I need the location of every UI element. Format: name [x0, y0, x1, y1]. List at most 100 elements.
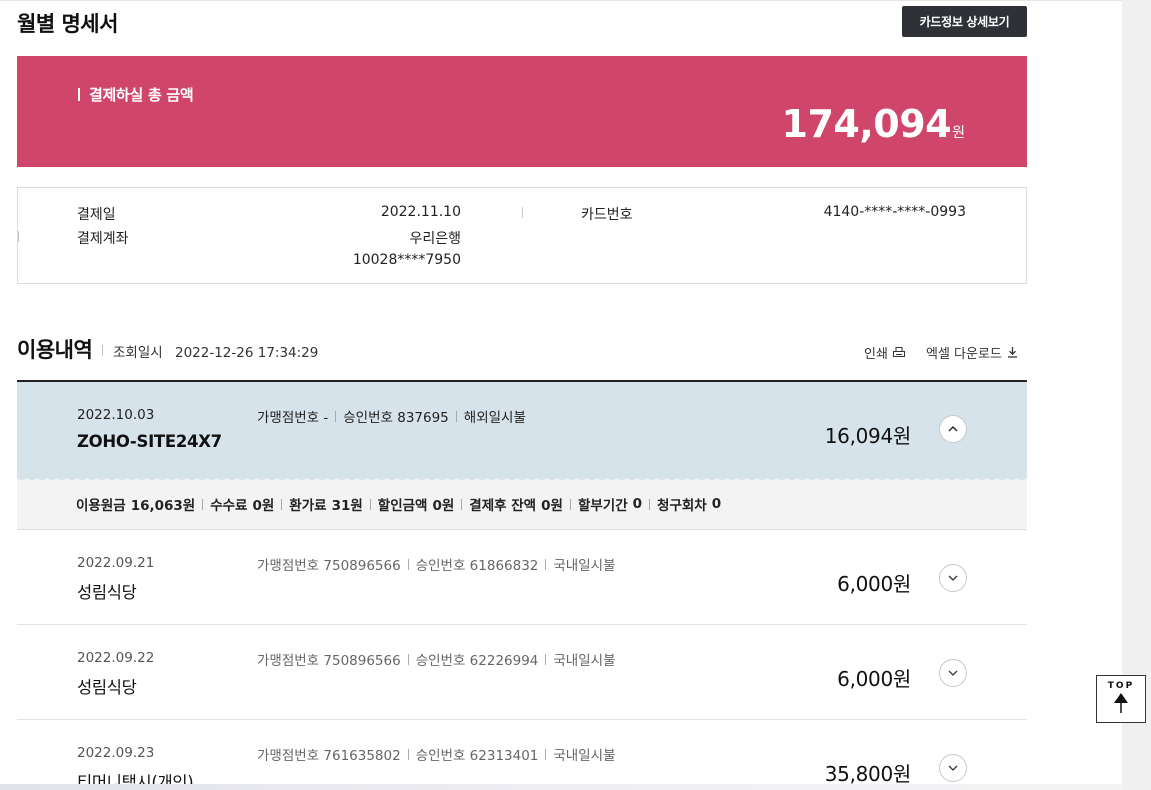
merchant-name: 티머니택시(개인)	[77, 773, 194, 784]
approval-number: 승인번호 62226994	[415, 653, 539, 669]
card-number-label: 카드번호	[581, 207, 633, 223]
expand-toggle[interactable]	[939, 754, 967, 782]
payment-info-box: 결제일 2022.11.10 카드번호 4140-****-****-0993 …	[17, 187, 1027, 284]
arrow-up-icon	[1114, 693, 1128, 713]
print-link[interactable]: 인쇄	[864, 343, 905, 362]
payment-account-number: 10028****7950	[352, 252, 461, 268]
chevron-down-icon	[948, 670, 958, 676]
meta-divider	[545, 748, 547, 760]
total-amount-unit: 원	[952, 125, 965, 141]
merchant-number: 가맹점번호 750896566	[257, 653, 401, 669]
transaction-date: 2022.09.21	[77, 555, 155, 571]
merchant-number: 가맹점번호 -	[257, 410, 329, 426]
printer-icon	[892, 347, 905, 357]
print-label: 인쇄	[864, 347, 888, 362]
billing-count-value: 0	[711, 496, 722, 512]
transaction-date: 2022.09.22	[77, 650, 155, 666]
detail-wave-edge	[17, 476, 1027, 480]
discount-label: 할인금액	[377, 498, 428, 514]
query-datetime: 조회일시 2022-12-26 17:34:29	[113, 341, 318, 361]
principal-value: 16,063원	[130, 498, 196, 514]
query-datetime-value: 2022-12-26 17:34:29	[174, 345, 319, 361]
transaction-date: 2022.09.23	[77, 745, 155, 761]
meta-divider	[407, 653, 409, 665]
usage-title-divider	[102, 345, 103, 356]
balance-value: 0원	[541, 498, 563, 514]
payment-type: 국내일시불	[553, 653, 616, 669]
transaction-row[interactable]: 2022.09.21 가맹점번호 750896566 승인번호 61866832…	[17, 530, 1027, 625]
transaction-amount: 6,000원	[837, 667, 911, 691]
right-gutter	[1122, 0, 1151, 790]
payment-type: 국내일시불	[553, 748, 616, 764]
balance-label: 결제후 잔액	[469, 498, 537, 514]
top-button-label: TOP	[1107, 681, 1135, 691]
merchant-name: ZOHO-SITE24X7	[77, 432, 222, 451]
total-amount-value: 174,094	[781, 102, 952, 146]
discount-value: 0원	[432, 498, 455, 514]
transaction-amount: 35,800원	[824, 762, 912, 784]
transaction-date: 2022.10.03	[77, 407, 155, 423]
bottom-scroll-shade	[0, 784, 1122, 790]
transaction-row[interactable]: 2022.09.22 가맹점번호 750896566 승인번호 62226994…	[17, 625, 1027, 720]
principal-label: 이용원금	[76, 498, 126, 514]
expand-toggle[interactable]	[939, 659, 967, 687]
fee-label: 수수료	[210, 498, 248, 514]
total-amount-banner: 결제하실 총 금액 174,094 원	[17, 56, 1027, 167]
total-label: 결제하실 총 금액	[78, 84, 194, 105]
detail-divider	[202, 498, 204, 510]
meta-divider	[407, 558, 409, 570]
chevron-down-icon	[948, 765, 958, 771]
merchant-number: 가맹점번호 750896566	[257, 558, 401, 574]
merchant-name: 성림식당	[77, 678, 137, 697]
info-divider	[18, 231, 19, 242]
excel-download-link[interactable]: 엑셀 다운로드	[926, 343, 1018, 362]
total-label-text: 결제하실 총 금액	[89, 86, 194, 104]
transaction-meta: 가맹점번호 750896566 승인번호 62226994 국내일시불	[257, 649, 616, 669]
detail-divider	[649, 498, 651, 510]
meta-divider	[455, 410, 457, 422]
expand-toggle[interactable]	[939, 564, 967, 592]
top-border	[0, 0, 1122, 1]
transaction-row[interactable]: 2022.10.03 가맹점번호 - 승인번호 837695 해외일시불 ZOH…	[17, 382, 1027, 478]
label-bar-icon	[78, 88, 80, 101]
card-number-value: 4140-****-****-0993	[823, 204, 966, 220]
transaction-detail: 이용원금 16,063원 수수료 0원 환가료 31원 할인금액 0원 결제후 …	[17, 476, 1027, 530]
detail-items: 이용원금 16,063원 수수료 0원 환가료 31원 할인금액 0원 결제후 …	[76, 494, 721, 514]
detail-divider	[369, 498, 371, 510]
payment-type: 국내일시불	[553, 558, 616, 574]
chevron-down-icon	[948, 575, 958, 581]
fee-value: 0원	[252, 498, 275, 514]
meta-divider	[545, 558, 547, 570]
info-divider	[522, 207, 523, 218]
card-info-detail-button[interactable]: 카드정보 상세보기	[902, 6, 1027, 37]
collapse-toggle[interactable]	[939, 415, 967, 443]
meta-divider	[407, 748, 409, 760]
meta-divider	[545, 653, 547, 665]
fx-fee-value: 31원	[331, 498, 363, 514]
transaction-amount: 16,094원	[824, 424, 912, 448]
payment-type: 해외일시불	[463, 410, 526, 426]
payment-date-value: 2022.11.10	[380, 204, 461, 220]
detail-divider	[461, 498, 463, 510]
merchant-number: 가맹점번호 761635802	[257, 748, 401, 764]
merchant-name: 성림식당	[77, 583, 137, 602]
installment-value: 0	[632, 496, 643, 512]
detail-divider	[281, 498, 283, 510]
transaction-meta: 가맹점번호 - 승인번호 837695 해외일시불	[257, 406, 526, 426]
approval-number: 승인번호 61866832	[415, 558, 539, 574]
excel-download-label: 엑셀 다운로드	[926, 347, 1002, 362]
total-amount: 174,094 원	[782, 102, 965, 146]
approval-number: 승인번호 62313401	[415, 748, 539, 764]
download-icon	[1007, 347, 1017, 358]
chevron-up-icon	[948, 426, 958, 432]
scroll-to-top-button[interactable]: TOP	[1096, 675, 1146, 723]
transaction-row[interactable]: 2022.09.23 가맹점번호 761635802 승인번호 62313401…	[17, 720, 1027, 784]
meta-divider	[335, 410, 337, 422]
transaction-amount: 6,000원	[837, 572, 911, 596]
payment-bank-value: 우리은행	[409, 231, 461, 247]
fx-fee-label: 환가료	[289, 498, 327, 514]
transaction-meta: 가맹점번호 761635802 승인번호 62313401 국내일시불	[257, 744, 616, 764]
query-label: 조회일시	[113, 345, 163, 361]
billing-count-label: 청구회차	[657, 498, 707, 514]
transaction-meta: 가맹점번호 750896566 승인번호 61866832 국내일시불	[257, 554, 616, 574]
